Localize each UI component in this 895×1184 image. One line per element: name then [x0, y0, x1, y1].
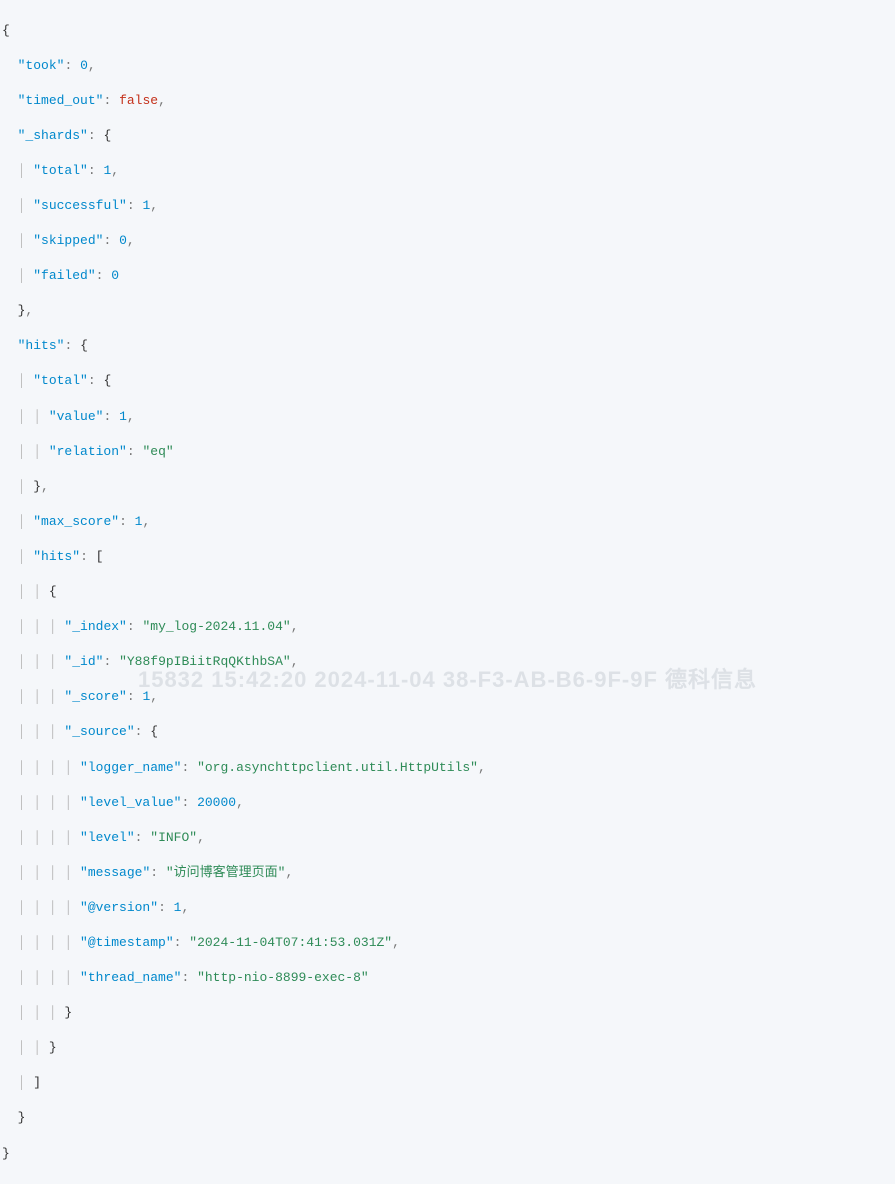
value-hits-total-value: 1	[119, 409, 127, 424]
key-hits-total: total	[41, 373, 80, 388]
key-took: took	[25, 58, 56, 73]
value-index: "my_log-2024.11.04"	[142, 619, 290, 634]
key-shards-failed: failed	[41, 268, 88, 283]
watermark-text: 15832 15:42:20 2024-11-04 38-F3-AB-B6-9F…	[0, 665, 895, 695]
value-timestamp: "2024-11-04T07:41:53.031Z"	[189, 935, 392, 950]
key-timestamp: @timestamp	[88, 935, 166, 950]
key-shards-successful: successful	[41, 198, 119, 213]
value-version: 1	[174, 900, 182, 915]
key-max-score: max_score	[41, 514, 111, 529]
key-logger-name: logger_name	[88, 760, 174, 775]
key-shards: _shards	[25, 128, 80, 143]
json-response-viewer: { "took": 0, "timed_out": false, "_shard…	[0, 0, 895, 1184]
key-level-value: level_value	[88, 795, 174, 810]
value-thread-name: "http-nio-8899-exec-8"	[197, 970, 369, 985]
key-hits-total-value: value	[57, 409, 96, 424]
value-level-value: 20000	[197, 795, 236, 810]
key-hits-total-relation: relation	[57, 444, 119, 459]
key-shards-total: total	[41, 163, 80, 178]
key-hits: hits	[25, 338, 56, 353]
value-hits-total-relation: "eq"	[142, 444, 173, 459]
value-logger-name: "org.asynchttpclient.util.HttpUtils"	[197, 760, 478, 775]
key-timed-out: timed_out	[25, 93, 95, 108]
value-took: 0	[80, 58, 88, 73]
value-message: "访问博客管理页面"	[166, 865, 286, 880]
value-timed-out: false	[119, 93, 158, 108]
key-thread-name: thread_name	[88, 970, 174, 985]
value-shards-failed: 0	[111, 268, 119, 283]
key-level: level	[88, 830, 127, 845]
key-hits-array: hits	[41, 549, 72, 564]
key-index: _index	[72, 619, 119, 634]
key-shards-skipped: skipped	[41, 233, 96, 248]
value-shards-skipped: 0	[119, 233, 127, 248]
key-version: @version	[88, 900, 150, 915]
value-level: "INFO"	[150, 830, 197, 845]
key-source: _source	[72, 724, 127, 739]
key-message: message	[88, 865, 143, 880]
